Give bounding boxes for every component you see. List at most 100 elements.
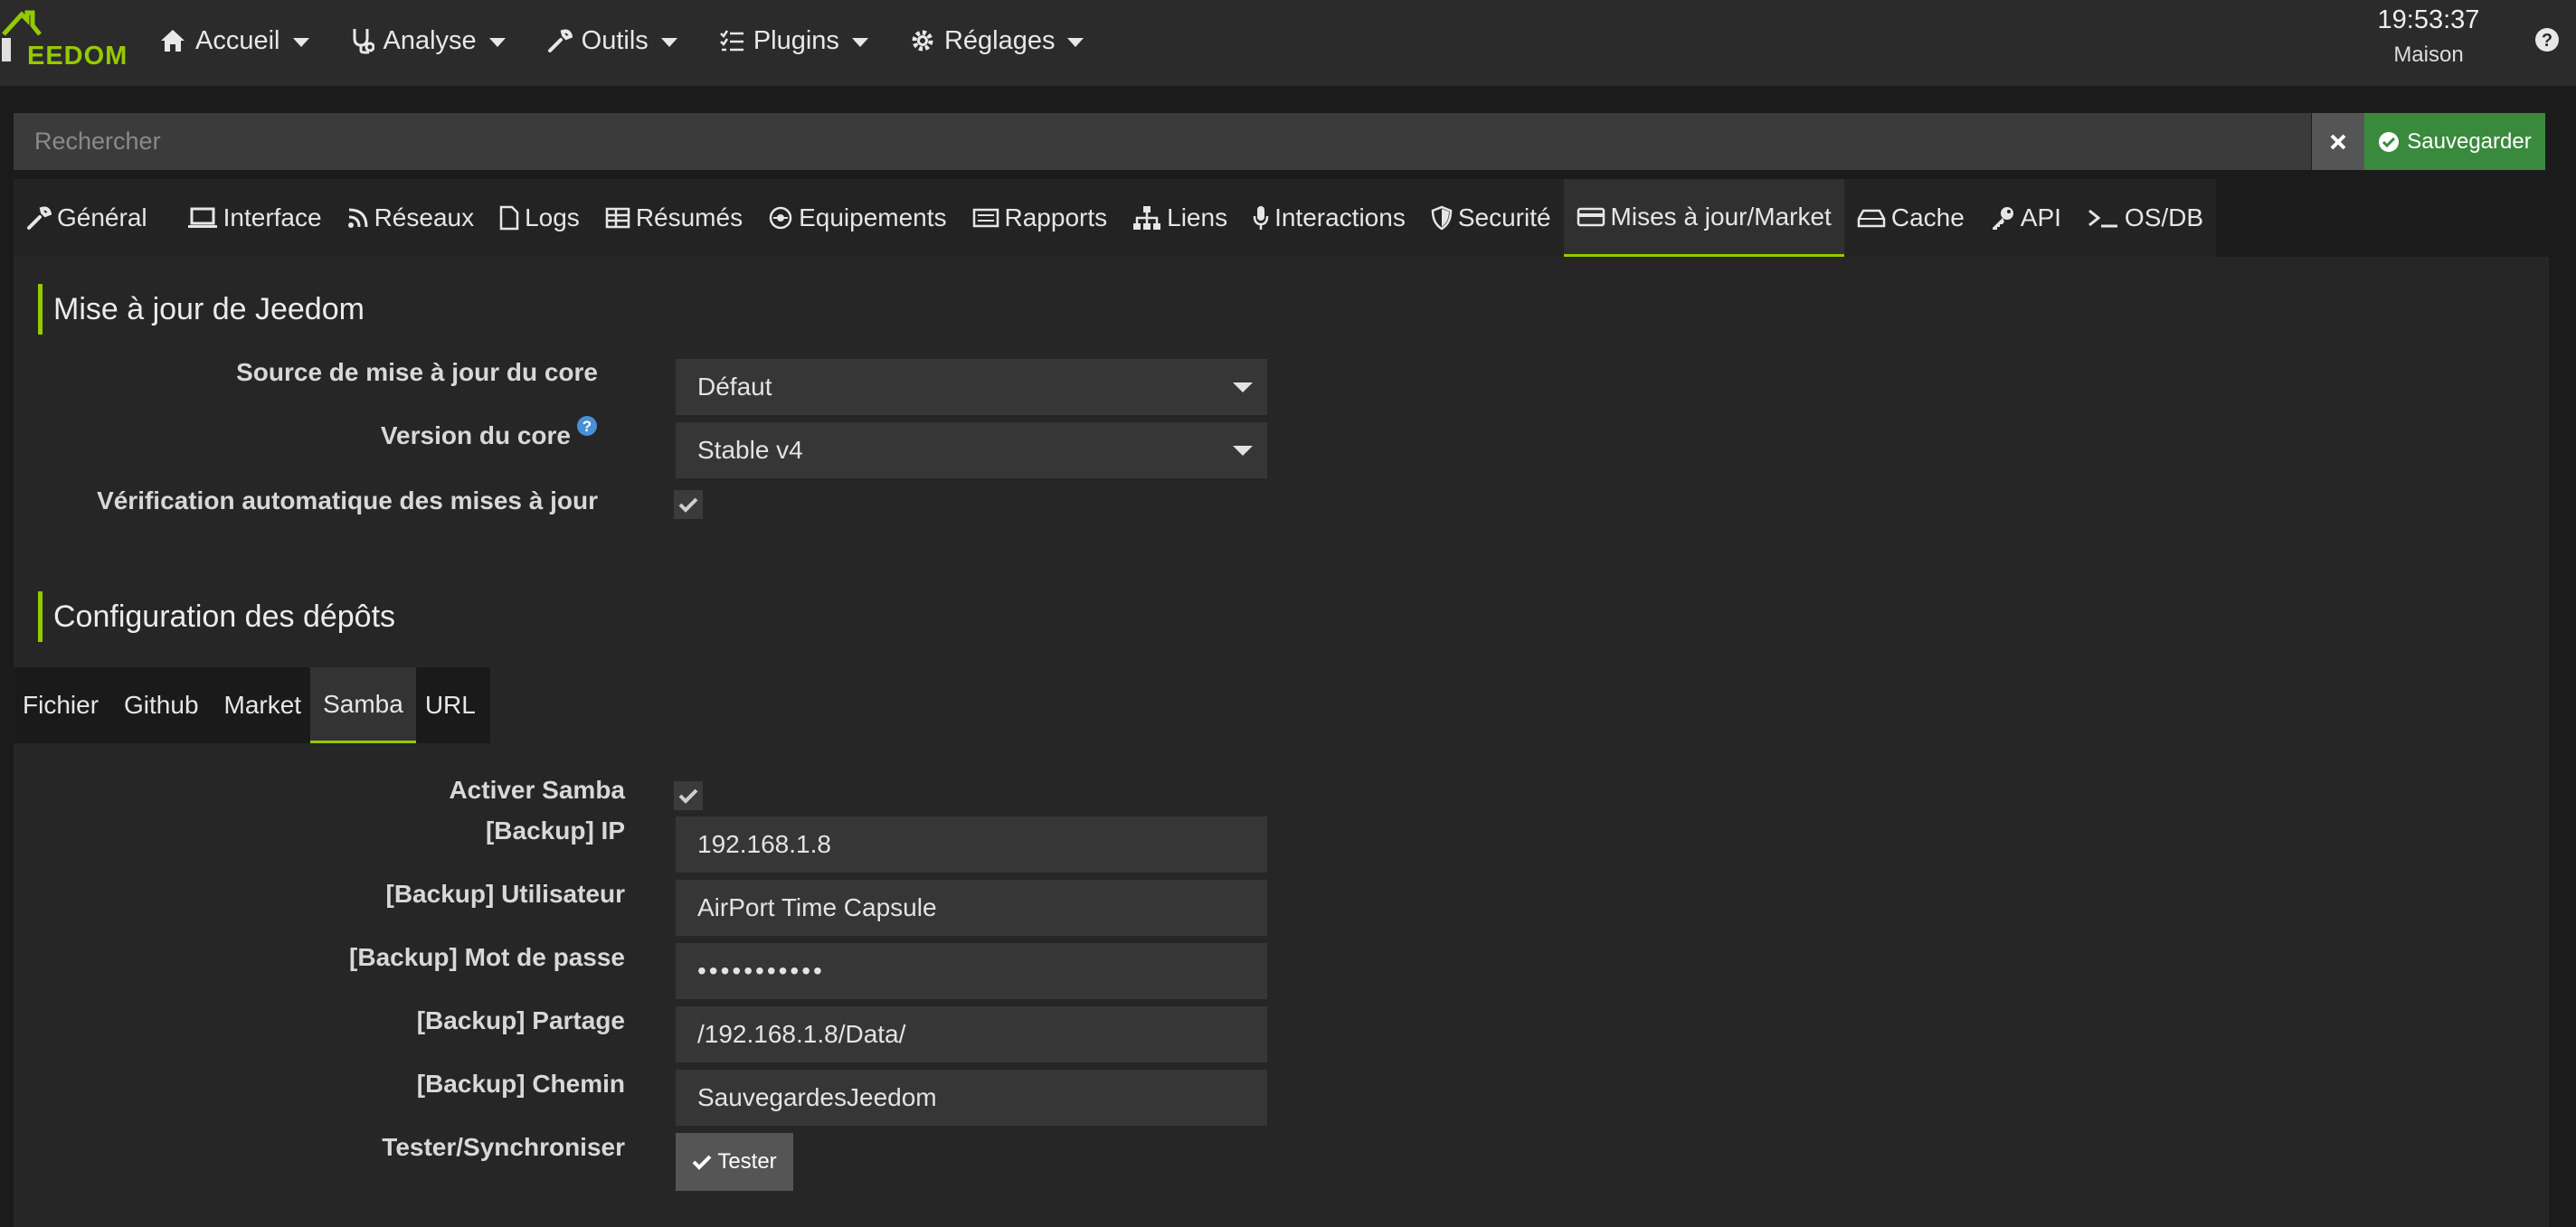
backup-password-input[interactable]: •••••••••••	[676, 943, 1267, 999]
backup-user-input[interactable]: AirPort Time Capsule	[676, 880, 1267, 936]
svg-text:?: ?	[582, 418, 592, 435]
chevron-down-icon	[1233, 382, 1253, 392]
tab-reseaux[interactable]: Réseaux	[335, 179, 488, 257]
home-icon	[161, 30, 185, 52]
report-icon	[972, 208, 999, 228]
terminal-icon	[2088, 209, 2117, 228]
tab-equipements[interactable]: Equipements	[755, 179, 959, 257]
tab-general[interactable]: Général	[14, 179, 160, 257]
nav-reglages[interactable]: Réglages	[910, 26, 1084, 56]
backup-ip-input[interactable]: 192.168.1.8	[676, 816, 1267, 873]
version-select-value: Stable v4	[697, 436, 803, 464]
nav-outils-label: Outils	[581, 25, 649, 55]
source-select[interactable]: Défaut	[676, 359, 1267, 415]
chevron-down-icon	[488, 38, 506, 47]
backup-share-label: [Backup] Partage	[416, 1006, 625, 1034]
nav-accueil[interactable]: Accueil	[159, 26, 309, 56]
backup-share-input[interactable]: /192.168.1.8/Data/	[676, 1006, 1267, 1062]
tab-interface-label: Interface	[223, 203, 322, 231]
tasks-icon	[719, 30, 743, 52]
question-circle-icon[interactable]: ?	[576, 415, 598, 437]
svg-text:?: ?	[2542, 31, 2552, 51]
logo-text: EEDOM	[27, 42, 128, 71]
save-button[interactable]: Sauvegarder	[2364, 113, 2545, 170]
tab-os-db[interactable]: OS/DB	[2074, 179, 2216, 257]
stethoscope-icon	[353, 29, 374, 54]
jeedom-logo[interactable]: EEDOM	[0, 7, 127, 71]
subtab-github[interactable]: Github	[108, 667, 208, 743]
search-input[interactable]	[14, 113, 2311, 170]
tab-interactions[interactable]: Interactions	[1240, 179, 1418, 257]
section-title-repos: Configuration des dépôts	[38, 591, 395, 642]
close-icon	[2330, 134, 2346, 149]
nav-plugins-label: Plugins	[753, 25, 839, 55]
samba-enable-label: Activer Samba	[449, 776, 625, 804]
nav-analyse[interactable]: Analyse	[351, 26, 506, 56]
tab-rapports-label: Rapports	[1004, 203, 1108, 231]
backup-path-label: [Backup] Chemin	[416, 1070, 625, 1098]
table-icon	[605, 207, 630, 229]
tab-resumes[interactable]: Résumés	[592, 179, 755, 257]
backup-password-label: [Backup] Mot de passe	[349, 943, 625, 971]
subtab-url[interactable]: URL	[416, 667, 490, 743]
equipment-icon	[769, 206, 792, 230]
config-tabs: Général Interface Réseaux Logs Résumés E…	[14, 179, 2217, 257]
chevron-down-icon	[1233, 446, 1253, 456]
repo-subtabs: Fichier Github Market Samba URL	[14, 667, 490, 743]
tab-cache[interactable]: Cache	[1844, 179, 1977, 257]
source-label: Source de mise à jour du core	[236, 358, 598, 386]
sitemap-icon	[1133, 206, 1161, 230]
subtab-fichier[interactable]: Fichier	[14, 667, 108, 743]
tab-os-db-label: OS/DB	[2124, 203, 2204, 231]
subtab-github-label: Github	[124, 691, 199, 719]
tab-liens[interactable]: Liens	[1120, 179, 1240, 257]
version-select[interactable]: Stable v4	[676, 422, 1267, 478]
tab-mises-a-jour-market[interactable]: Mises à jour/Market	[1563, 179, 1844, 257]
auto-check-checkbox[interactable]	[674, 490, 703, 519]
version-label-row: Version du core?	[381, 416, 598, 450]
subtab-samba-label: Samba	[323, 689, 403, 718]
tab-api-label: API	[2020, 203, 2061, 231]
tab-logs[interactable]: Logs	[487, 179, 592, 257]
subtab-market[interactable]: Market	[208, 667, 311, 743]
tab-resumes-label: Résumés	[635, 203, 743, 231]
key-icon	[1992, 207, 2013, 230]
tab-interface[interactable]: Interface	[160, 179, 335, 257]
subtab-samba[interactable]: Samba	[310, 667, 416, 743]
clock-time: 19:53:37	[2377, 5, 2480, 34]
chevron-down-icon	[292, 38, 309, 47]
test-button[interactable]: Tester	[676, 1133, 793, 1191]
tab-liens-label: Liens	[1167, 203, 1228, 231]
subtab-fichier-label: Fichier	[23, 691, 99, 719]
tab-general-label: Général	[57, 203, 147, 231]
check-icon	[678, 788, 698, 804]
tab-mises-a-jour-market-label: Mises à jour/Market	[1610, 202, 1832, 231]
tab-securite-label: Securité	[1457, 203, 1551, 231]
shield-icon	[1431, 205, 1453, 231]
wrench-icon	[547, 29, 573, 52]
tab-securite[interactable]: Securité	[1418, 179, 1564, 257]
backup-path-input[interactable]: SauvegardesJeedom	[676, 1070, 1267, 1126]
backup-ip-label: [Backup] IP	[485, 816, 625, 845]
nav-reglages-label: Réglages	[943, 25, 1056, 55]
tab-rapports[interactable]: Rapports	[960, 179, 1121, 257]
samba-enable-checkbox[interactable]	[674, 781, 703, 810]
check-icon	[678, 497, 698, 513]
chevron-down-icon	[851, 38, 868, 47]
clear-search-button[interactable]	[2312, 113, 2364, 170]
microphone-icon	[1253, 206, 1269, 230]
top-navbar: EEDOM Accueil Analyse Outils Plugins Rég…	[0, 0, 2576, 86]
auto-check-label: Vérification automatique des mises à jou…	[97, 486, 598, 514]
nav-outils[interactable]: Outils	[547, 26, 677, 56]
wrench-icon	[27, 206, 52, 230]
help-icon[interactable]: ?	[2534, 27, 2560, 52]
gear-icon	[912, 30, 933, 52]
tab-equipements-label: Equipements	[799, 203, 947, 231]
credit-card-icon	[1577, 207, 1605, 226]
check-circle-icon	[2379, 131, 2400, 152]
hdd-icon	[1857, 209, 1886, 228]
nav-accueil-label: Accueil	[195, 25, 280, 55]
rss-icon	[347, 208, 368, 228]
nav-plugins[interactable]: Plugins	[719, 26, 868, 56]
tab-api[interactable]: API	[1977, 179, 2074, 257]
